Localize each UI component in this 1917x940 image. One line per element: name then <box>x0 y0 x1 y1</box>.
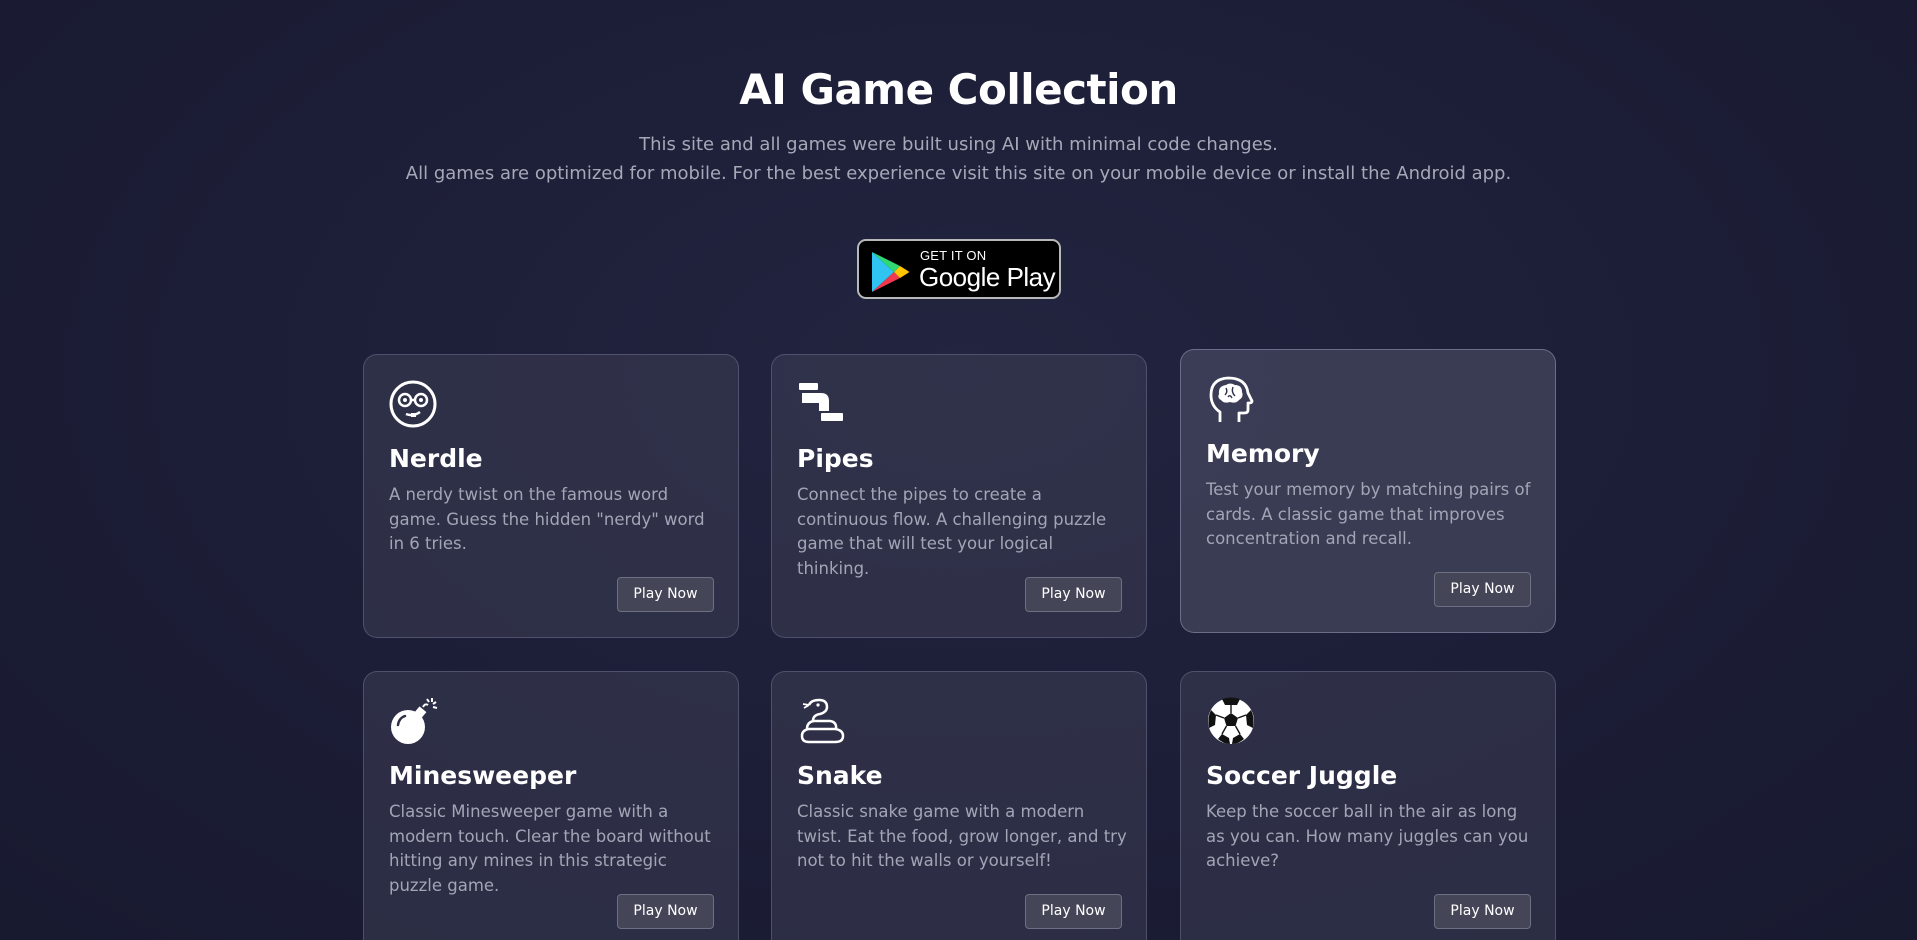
game-description: Connect the pipes to create a continuous… <box>797 485 1107 578</box>
google-play-small-text: GET IT ON <box>920 248 987 263</box>
game-description: A nerdy twist on the famous word game. G… <box>389 485 705 553</box>
game-card-minesweeper[interactable]: Minesweeper Classic Minesweeper game wit… <box>363 671 739 940</box>
game-card-memory[interactable]: Memory Test your memory by matching pair… <box>1180 349 1556 633</box>
play-now-button[interactable]: Play Now <box>617 894 714 929</box>
play-now-button[interactable]: Play Now <box>1025 894 1122 929</box>
play-now-button[interactable]: Play Now <box>617 577 714 612</box>
play-now-button[interactable]: Play Now <box>1434 894 1531 929</box>
game-title: Pipes <box>797 444 874 473</box>
play-now-button[interactable]: Play Now <box>1025 577 1122 612</box>
game-description: Keep the soccer ball in the air as long … <box>1206 802 1529 870</box>
game-card-soccer-juggle[interactable]: Soccer Juggle Keep the soccer ball in th… <box>1180 671 1556 940</box>
subtitle-mobile: All games are optimized for mobile. For … <box>405 163 1512 184</box>
game-title: Nerdle <box>389 444 483 473</box>
game-title: Minesweeper <box>389 761 577 790</box>
game-card-pipes[interactable]: Pipes Connect the pipes to create a cont… <box>771 354 1147 638</box>
game-title: Memory <box>1206 439 1320 468</box>
play-now-button[interactable]: Play Now <box>1434 572 1531 607</box>
game-card-nerdle[interactable]: Nerdle A nerdy twist on the famous word … <box>363 354 739 638</box>
pipe-icon <box>799 383 843 421</box>
game-description: Test your memory by matching pairs of ca… <box>1206 480 1531 548</box>
subtitle-ai: This site and all games were built using… <box>639 134 1278 155</box>
game-description: Classic Minesweeper game with a modern t… <box>389 802 711 895</box>
page-title: AI Game Collection <box>739 65 1178 114</box>
game-title: Soccer Juggle <box>1206 761 1398 790</box>
snake-icon <box>800 698 845 744</box>
nerd-face-icon <box>389 380 437 428</box>
brain-head-icon <box>1209 376 1254 422</box>
google-play-big-text: Google Play <box>919 262 1056 292</box>
soccer-ball-icon <box>1208 697 1254 744</box>
google-play-icon <box>872 252 909 292</box>
game-title: Snake <box>797 761 883 790</box>
game-description: Classic snake game with a modern twist. … <box>797 802 1127 870</box>
google-play-badge[interactable]: GET IT ON Google Play <box>857 239 1061 299</box>
bomb-icon <box>391 698 438 744</box>
game-card-snake[interactable]: Snake Classic snake game with a modern t… <box>771 671 1147 940</box>
